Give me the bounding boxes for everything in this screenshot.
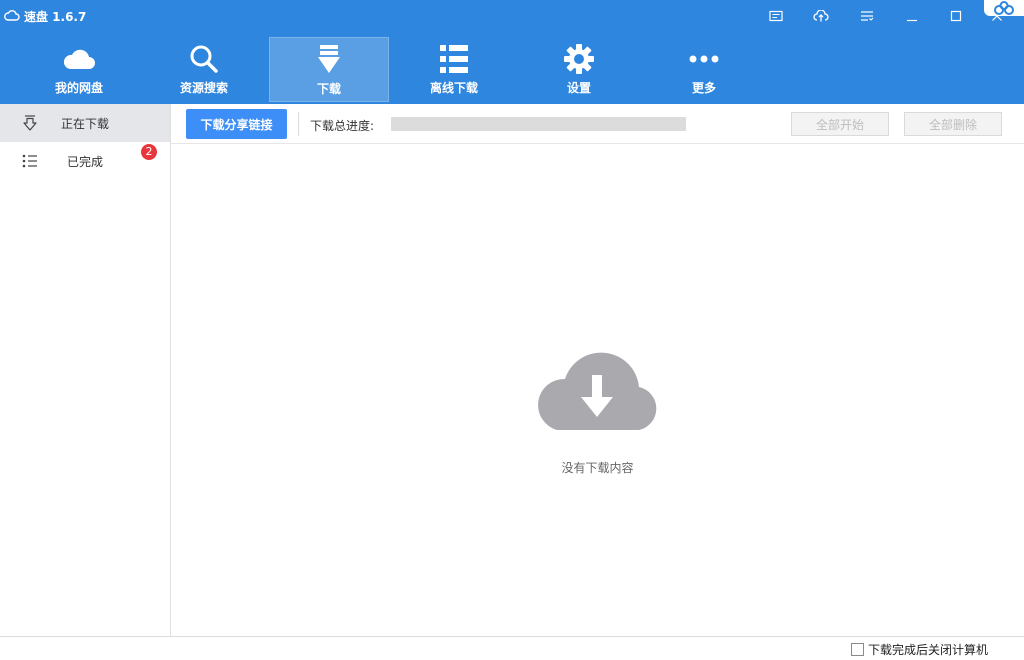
search-icon — [189, 43, 219, 75]
toolbar-divider — [298, 112, 299, 136]
download-toolbar: 下载分享链接 下载总进度: 全部开始 全部删除 — [171, 104, 1024, 144]
maximize-icon[interactable] — [946, 6, 966, 26]
nav-offline-download[interactable]: 离线下载 — [394, 37, 514, 102]
sidebar-item-label: 正在下载 — [61, 116, 110, 131]
nav-resource-search[interactable]: 资源搜索 — [144, 37, 264, 102]
nav-label: 设置 — [566, 81, 591, 95]
progress-label: 下载总进度: — [310, 119, 375, 133]
delete-all-button[interactable]: 全部删除 — [904, 112, 1002, 136]
sidebar-item-label: 已完成 — [67, 154, 104, 169]
more-dots-icon — [689, 43, 719, 75]
app-title-text: 速盘 1.6.7 — [24, 9, 87, 24]
list-icon — [440, 43, 468, 75]
cloud-icon — [62, 43, 96, 75]
status-bar: 下载完成后关闭计算机 — [0, 636, 1024, 660]
menu-icon[interactable] — [857, 6, 877, 26]
list-bullets-icon — [22, 153, 38, 169]
nav-label: 下载 — [316, 82, 341, 96]
app-title: 速盘 1.6.7 — [4, 0, 86, 32]
sidebar-item-completed[interactable]: 已完成 2 — [0, 142, 170, 180]
download-share-link-button[interactable]: 下载分享链接 — [186, 109, 287, 139]
shutdown-after-download-option[interactable]: 下载完成后关闭计算机 — [850, 641, 988, 658]
cloud-logo-icon — [4, 9, 20, 24]
download-list-area: 没有下载内容 — [171, 145, 1024, 637]
total-progress-bar — [391, 117, 686, 131]
nav-more[interactable]: 更多 — [644, 37, 764, 102]
shutdown-checkbox[interactable] — [850, 643, 864, 656]
shutdown-label: 下载完成后关闭计算机 — [867, 643, 988, 657]
nav-download[interactable]: 下载 — [269, 37, 389, 102]
cloud-download-icon — [529, 345, 665, 438]
main-nav: 我的网盘 资源搜索 下载 离线下载 设置 更多 — [0, 32, 1024, 104]
sidebar: 正在下载 已完成 2 — [0, 104, 171, 637]
start-all-button[interactable]: 全部开始 — [791, 112, 889, 136]
feedback-icon[interactable] — [766, 6, 786, 26]
nav-my-netdisk[interactable]: 我的网盘 — [19, 37, 139, 102]
gear-icon — [564, 43, 594, 75]
title-bar: 速盘 1.6.7 — [0, 0, 1024, 32]
cloud-upload-icon[interactable] — [811, 6, 831, 26]
nav-label: 更多 — [691, 81, 716, 95]
empty-state-text: 没有下载内容 — [561, 461, 634, 475]
completed-count-badge: 2 — [141, 144, 157, 160]
minimize-icon[interactable] — [902, 6, 922, 26]
download-outline-icon — [22, 115, 38, 131]
baidu-netdisk-logo-icon — [984, 0, 1024, 16]
nav-label: 我的网盘 — [54, 81, 103, 95]
nav-settings[interactable]: 设置 — [519, 37, 639, 102]
sidebar-item-downloading[interactable]: 正在下载 — [0, 104, 170, 142]
download-arrow-icon — [316, 44, 342, 76]
nav-label: 资源搜索 — [179, 81, 228, 95]
nav-label: 离线下载 — [429, 81, 478, 95]
